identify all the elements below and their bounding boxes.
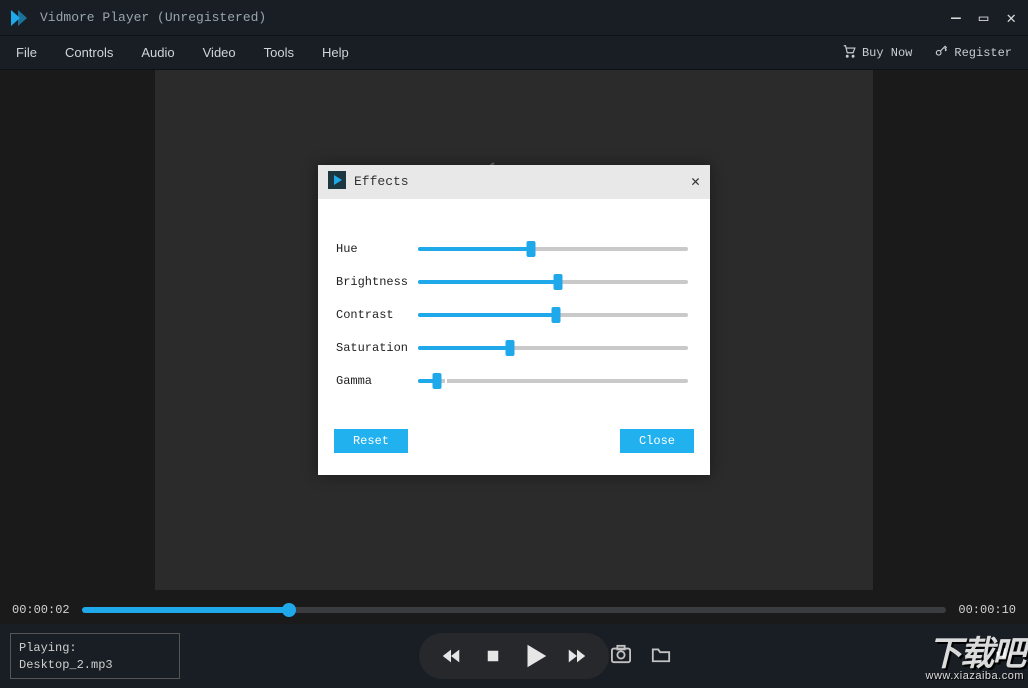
snapshot-icon[interactable] bbox=[610, 644, 632, 669]
slider-saturation[interactable] bbox=[418, 340, 688, 356]
close-window-button[interactable]: ✕ bbox=[1006, 8, 1016, 28]
menu-controls[interactable]: Controls bbox=[65, 45, 113, 60]
volume-icon[interactable] bbox=[994, 644, 1014, 669]
menu-file[interactable]: File bbox=[16, 45, 37, 60]
menu-tools[interactable]: Tools bbox=[264, 45, 294, 60]
slider-row-contrast: Contrast bbox=[336, 307, 688, 323]
buy-now-button[interactable]: Buy Now bbox=[842, 44, 912, 62]
slider-label: Brightness bbox=[336, 275, 418, 289]
folder-icon[interactable] bbox=[650, 644, 672, 669]
timeline-slider[interactable] bbox=[82, 607, 947, 613]
menu-audio[interactable]: Audio bbox=[141, 45, 174, 60]
effects-reset-button[interactable]: Reset bbox=[334, 429, 408, 453]
slider-brightness[interactable] bbox=[418, 274, 688, 290]
maximize-button[interactable]: ▭ bbox=[979, 8, 989, 28]
register-button[interactable]: Register bbox=[934, 44, 1012, 62]
slider-label: Contrast bbox=[336, 308, 418, 322]
slider-row-hue: Hue bbox=[336, 241, 688, 257]
cart-icon bbox=[842, 44, 856, 62]
bottombar: Playing: Desktop_2.mp3 bbox=[0, 624, 1028, 688]
menubar: File Controls Audio Video Tools Help Buy… bbox=[0, 36, 1028, 70]
menu-help[interactable]: Help bbox=[322, 45, 349, 60]
slider-label: Gamma bbox=[336, 374, 418, 388]
effects-close-action-button[interactable]: Close bbox=[620, 429, 694, 453]
effects-dialog: Effects ✕ Hue Brightness Contrast Satura… bbox=[318, 165, 710, 475]
app-logo-icon bbox=[8, 7, 30, 29]
transport-controls bbox=[419, 633, 609, 679]
next-button[interactable] bbox=[559, 638, 595, 674]
now-playing-label: Playing: bbox=[19, 640, 171, 657]
slider-label: Saturation bbox=[336, 341, 418, 355]
play-button[interactable] bbox=[517, 638, 553, 674]
slider-gamma[interactable] bbox=[418, 373, 688, 389]
key-icon bbox=[934, 44, 948, 62]
effects-header-logo-icon bbox=[328, 171, 346, 193]
slider-row-brightness: Brightness bbox=[336, 274, 688, 290]
stop-button[interactable] bbox=[475, 638, 511, 674]
now-playing-box: Playing: Desktop_2.mp3 bbox=[10, 633, 180, 679]
slider-label: Hue bbox=[336, 242, 418, 256]
menu-video[interactable]: Video bbox=[203, 45, 236, 60]
slider-row-saturation: Saturation bbox=[336, 340, 688, 356]
time-total: 00:00:10 bbox=[958, 603, 1016, 617]
slider-hue[interactable] bbox=[418, 241, 688, 257]
effects-close-button[interactable]: ✕ bbox=[691, 172, 700, 191]
effects-dialog-title: Effects bbox=[354, 174, 409, 189]
window-title: Vidmore Player (Unregistered) bbox=[40, 10, 266, 25]
previous-button[interactable] bbox=[433, 638, 469, 674]
slider-row-gamma: Gamma bbox=[336, 373, 688, 389]
now-playing-file: Desktop_2.mp3 bbox=[19, 657, 171, 674]
minimize-button[interactable]: — bbox=[951, 9, 961, 27]
time-current: 00:00:02 bbox=[12, 603, 70, 617]
slider-contrast[interactable] bbox=[418, 307, 688, 323]
effects-dialog-header: Effects ✕ bbox=[318, 165, 710, 199]
viewport: Effects ✕ Hue Brightness Contrast Satura… bbox=[0, 70, 1028, 590]
titlebar: Vidmore Player (Unregistered) — ▭ ✕ bbox=[0, 0, 1028, 36]
